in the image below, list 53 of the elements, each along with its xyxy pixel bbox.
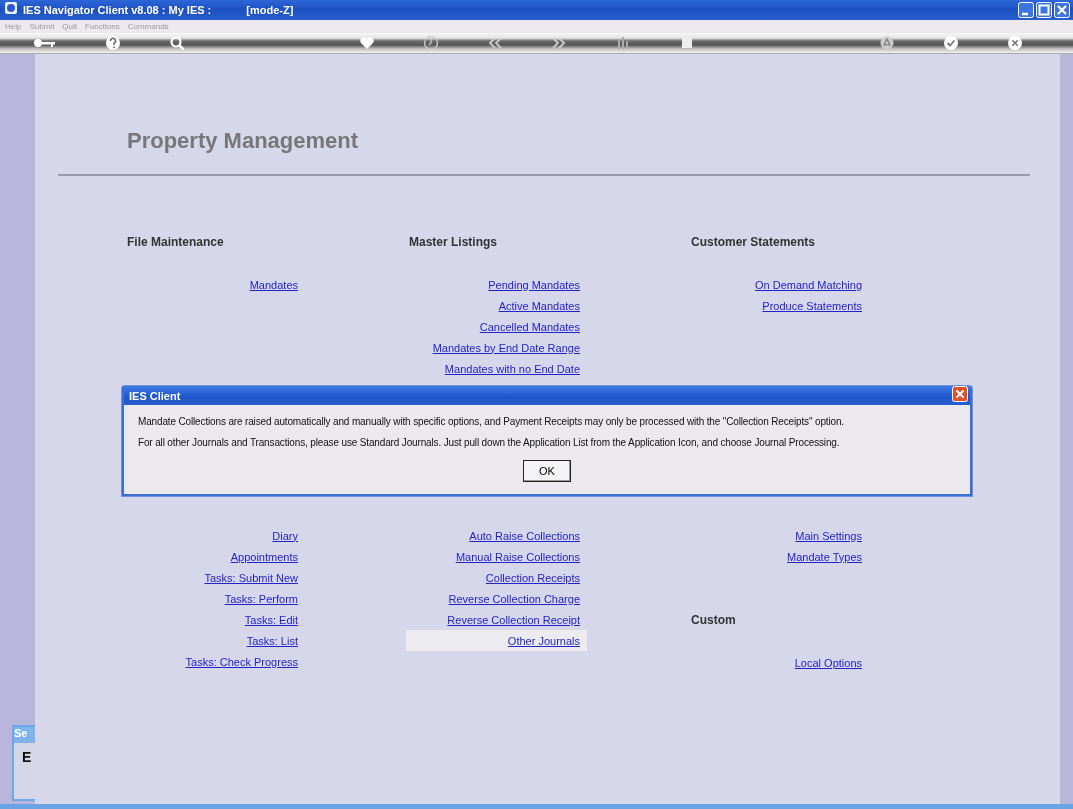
- app-icon: [4, 1, 18, 15]
- maximize-icon[interactable]: [1036, 2, 1052, 18]
- menu-link[interactable]: Active Mandates: [498, 299, 580, 312]
- minimize-icon[interactable]: [1018, 2, 1034, 18]
- double-left-icon[interactable]: [487, 35, 503, 51]
- section-heading: File Maintenance: [126, 235, 225, 249]
- menu-link[interactable]: Tasks: Edit: [244, 613, 298, 626]
- section-heading: Custom: [690, 613, 737, 627]
- menu-link[interactable]: Tasks: Perform: [224, 592, 298, 605]
- side-panel-text: E: [21, 748, 33, 765]
- menu-link[interactable]: Tasks: List: [246, 634, 298, 647]
- section-heading: Master Listings: [408, 235, 499, 249]
- menu-link[interactable]: Reverse Collection Receipt: [447, 613, 580, 626]
- side-panel-title: Se: [14, 727, 35, 743]
- menu-link[interactable]: Reverse Collection Charge: [448, 592, 580, 605]
- recycle-icon[interactable]: [879, 35, 895, 51]
- message-text: Mandate Collections are raised automatically and manually with specific options, and Payment Receipts may only be processed with the "Collection Receipts" option.: [138, 416, 845, 427]
- menu-link[interactable]: Produce Statements: [762, 299, 862, 312]
- square-icon[interactable]: [679, 35, 695, 51]
- menu-link[interactable]: Auto Raise Collections: [469, 529, 580, 542]
- menu-link[interactable]: On Demand Matching: [755, 278, 862, 291]
- menu-link[interactable]: Local Options: [794, 656, 862, 669]
- message-text: For all other Journals and Transactions, please use Standard Journals. Just pull down the Application List from the Application Icon, and choose Journal Processing.: [138, 437, 841, 448]
- cancel-icon[interactable]: [1007, 35, 1023, 51]
- check-icon[interactable]: [943, 35, 959, 51]
- menu-link[interactable]: Pending Mandates: [488, 278, 580, 291]
- menu-link[interactable]: Mandates: [249, 278, 298, 291]
- double-right-icon[interactable]: [551, 35, 567, 51]
- menu-link[interactable]: Other Journals: [507, 634, 580, 647]
- menu-link[interactable]: Manual Raise Collections: [455, 550, 580, 563]
- menu-link[interactable]: Mandate Types: [787, 550, 862, 563]
- bars-icon[interactable]: [615, 35, 631, 51]
- section-heading: Customer Statements: [690, 235, 817, 249]
- help-icon[interactable]: [105, 35, 121, 51]
- menu-link[interactable]: Mandates by End Date Range: [432, 341, 580, 354]
- menu-link[interactable]: Tasks: Submit New: [204, 571, 298, 584]
- menu-link[interactable]: Cancelled Mandates: [479, 320, 580, 333]
- clock-icon[interactable]: [423, 35, 439, 51]
- search-icon[interactable]: [169, 35, 185, 51]
- menu-link[interactable]: Appointments: [230, 550, 298, 563]
- dialog-title: IES Client: [129, 389, 181, 402]
- close-icon[interactable]: [952, 385, 968, 402]
- menu-link[interactable]: Main Settings: [795, 529, 862, 542]
- window-title: IES Navigator Client v8.08 : My IES :: [23, 4, 212, 16]
- ok-button[interactable]: OK: [523, 460, 571, 482]
- mode-label: [mode-Z]: [246, 4, 294, 16]
- menu-link[interactable]: Collection Receipts: [485, 571, 580, 584]
- page-title: Property Management: [127, 128, 360, 154]
- menu-link[interactable]: Mandates with no End Date: [444, 362, 580, 375]
- close-icon[interactable]: [1054, 2, 1070, 18]
- menu-link[interactable]: Tasks: Check Progress: [185, 655, 298, 668]
- heart-icon[interactable]: [359, 35, 375, 51]
- menu-link[interactable]: Diary: [272, 529, 298, 542]
